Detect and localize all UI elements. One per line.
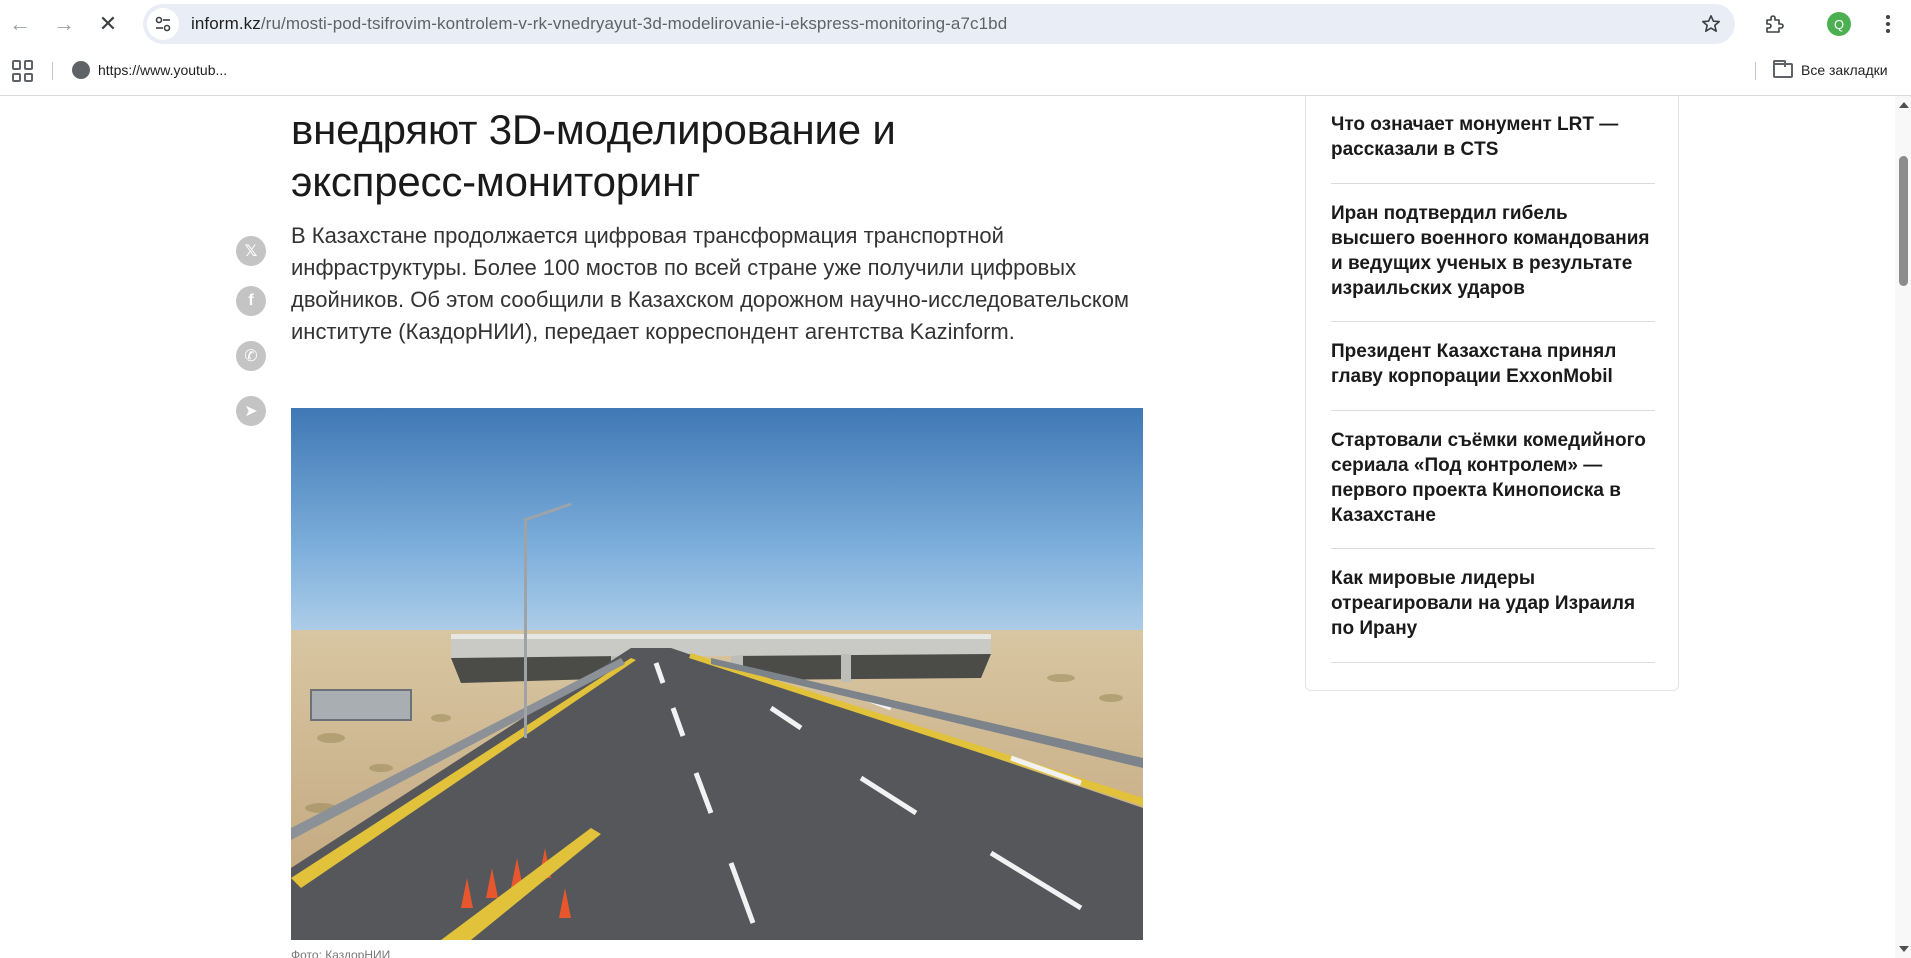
- page-scrollbar[interactable]: [1895, 96, 1911, 958]
- article-lead: В Казахстане продолжается цифровая транс…: [291, 223, 1130, 344]
- share-x-button[interactable]: 𝕏: [236, 236, 266, 266]
- stop-loading-button[interactable]: ✕: [92, 8, 124, 40]
- article-photo: [291, 408, 1143, 940]
- close-icon: ✕: [98, 11, 118, 36]
- apps-grid-icon[interactable]: [12, 60, 34, 82]
- folder-icon: [1773, 59, 1793, 78]
- share-whatsapp-button[interactable]: ✆: [236, 341, 266, 371]
- scrollbar-thumb[interactable]: [1899, 156, 1908, 286]
- globe-icon: [72, 61, 90, 79]
- news-item[interactable]: Как мировые лидеры отреагировали на удар…: [1331, 549, 1655, 663]
- menu-dot-icon: [1886, 15, 1890, 19]
- url-host: inform.kz: [191, 14, 261, 33]
- headline-line: экспресс-мониторинг: [291, 158, 701, 205]
- all-bookmarks-button[interactable]: Все закладки: [1773, 58, 1888, 82]
- back-button[interactable]: ←: [4, 8, 36, 40]
- extensions-button[interactable]: [1758, 8, 1790, 40]
- headline-line-cut: ​: [291, 96, 1191, 104]
- headline-line: внедряют 3D-моделирование и: [291, 106, 896, 153]
- news-item[interactable]: Что означает монумент LRT — рассказали в…: [1331, 96, 1655, 184]
- arrow-right-icon: →: [53, 11, 75, 36]
- telegram-share-icon: ➤: [244, 403, 258, 420]
- bookmark-star-button[interactable]: [1699, 12, 1723, 36]
- site-info-button[interactable]: [147, 8, 179, 40]
- profile-avatar[interactable]: Q: [1827, 12, 1851, 36]
- puzzle-icon: [1766, 15, 1784, 33]
- share-telegram-button[interactable]: ➤: [236, 396, 266, 426]
- star-icon: [1701, 14, 1721, 33]
- menu-dot-icon: [1886, 29, 1890, 33]
- news-item[interactable]: Стартовали съёмки комедийного сериала «П…: [1331, 411, 1655, 549]
- news-list: Что означает монумент LRT — рассказали в…: [1331, 96, 1655, 663]
- browser-toolbar: ← → ✕ inform.kz/ru/mosti-pod-tsifrovim-k…: [0, 0, 1911, 96]
- bookmarks-bar: https://www.youtub... Все закладки: [0, 52, 1911, 88]
- x-share-icon: 𝕏: [244, 243, 258, 260]
- article-headline: ​ внедряют 3D-моделирование и экспресс-м…: [291, 96, 1191, 208]
- news-sidebar: Что означает монумент LRT — рассказали в…: [1305, 96, 1679, 691]
- url-path: /ru/mosti-pod-tsifrovim-kontrolem-v-rk-v…: [260, 14, 1008, 33]
- all-bookmarks-label: Все закладки: [1801, 62, 1888, 78]
- scroll-down-arrow-icon[interactable]: [1899, 946, 1909, 952]
- share-facebook-button[interactable]: f: [236, 286, 266, 316]
- bookmarks-divider: [1755, 62, 1756, 80]
- news-item[interactable]: Иран подтвердил гибель высшего военного …: [1331, 184, 1655, 322]
- tune-icon: [155, 16, 171, 32]
- forward-button[interactable]: →: [48, 8, 80, 40]
- bookmarks-divider: [52, 62, 53, 80]
- url-text[interactable]: inform.kz/ru/mosti-pod-tsifrovim-kontrol…: [191, 14, 1007, 34]
- facebook-share-icon: f: [248, 292, 254, 309]
- bookmark-label: https://www.youtub...: [98, 62, 228, 78]
- news-item[interactable]: Президент Казахстана принял главу корпор…: [1331, 322, 1655, 411]
- bookmark-youtube[interactable]: https://www.youtub...: [72, 58, 227, 82]
- menu-dot-icon: [1886, 22, 1890, 26]
- highway-bridge-illustration: [291, 408, 1143, 940]
- browser-menu-button[interactable]: [1876, 8, 1900, 40]
- address-bar[interactable]: inform.kz/ru/mosti-pod-tsifrovim-kontrol…: [143, 4, 1735, 44]
- photo-caption: Фото: КаздорНИИ: [291, 948, 391, 958]
- arrow-left-icon: ←: [9, 11, 31, 36]
- page-viewport: ​ внедряют 3D-моделирование и экспресс-м…: [0, 96, 1895, 958]
- whatsapp-share-icon: ✆: [244, 348, 258, 365]
- scroll-up-arrow-icon[interactable]: [1899, 102, 1909, 108]
